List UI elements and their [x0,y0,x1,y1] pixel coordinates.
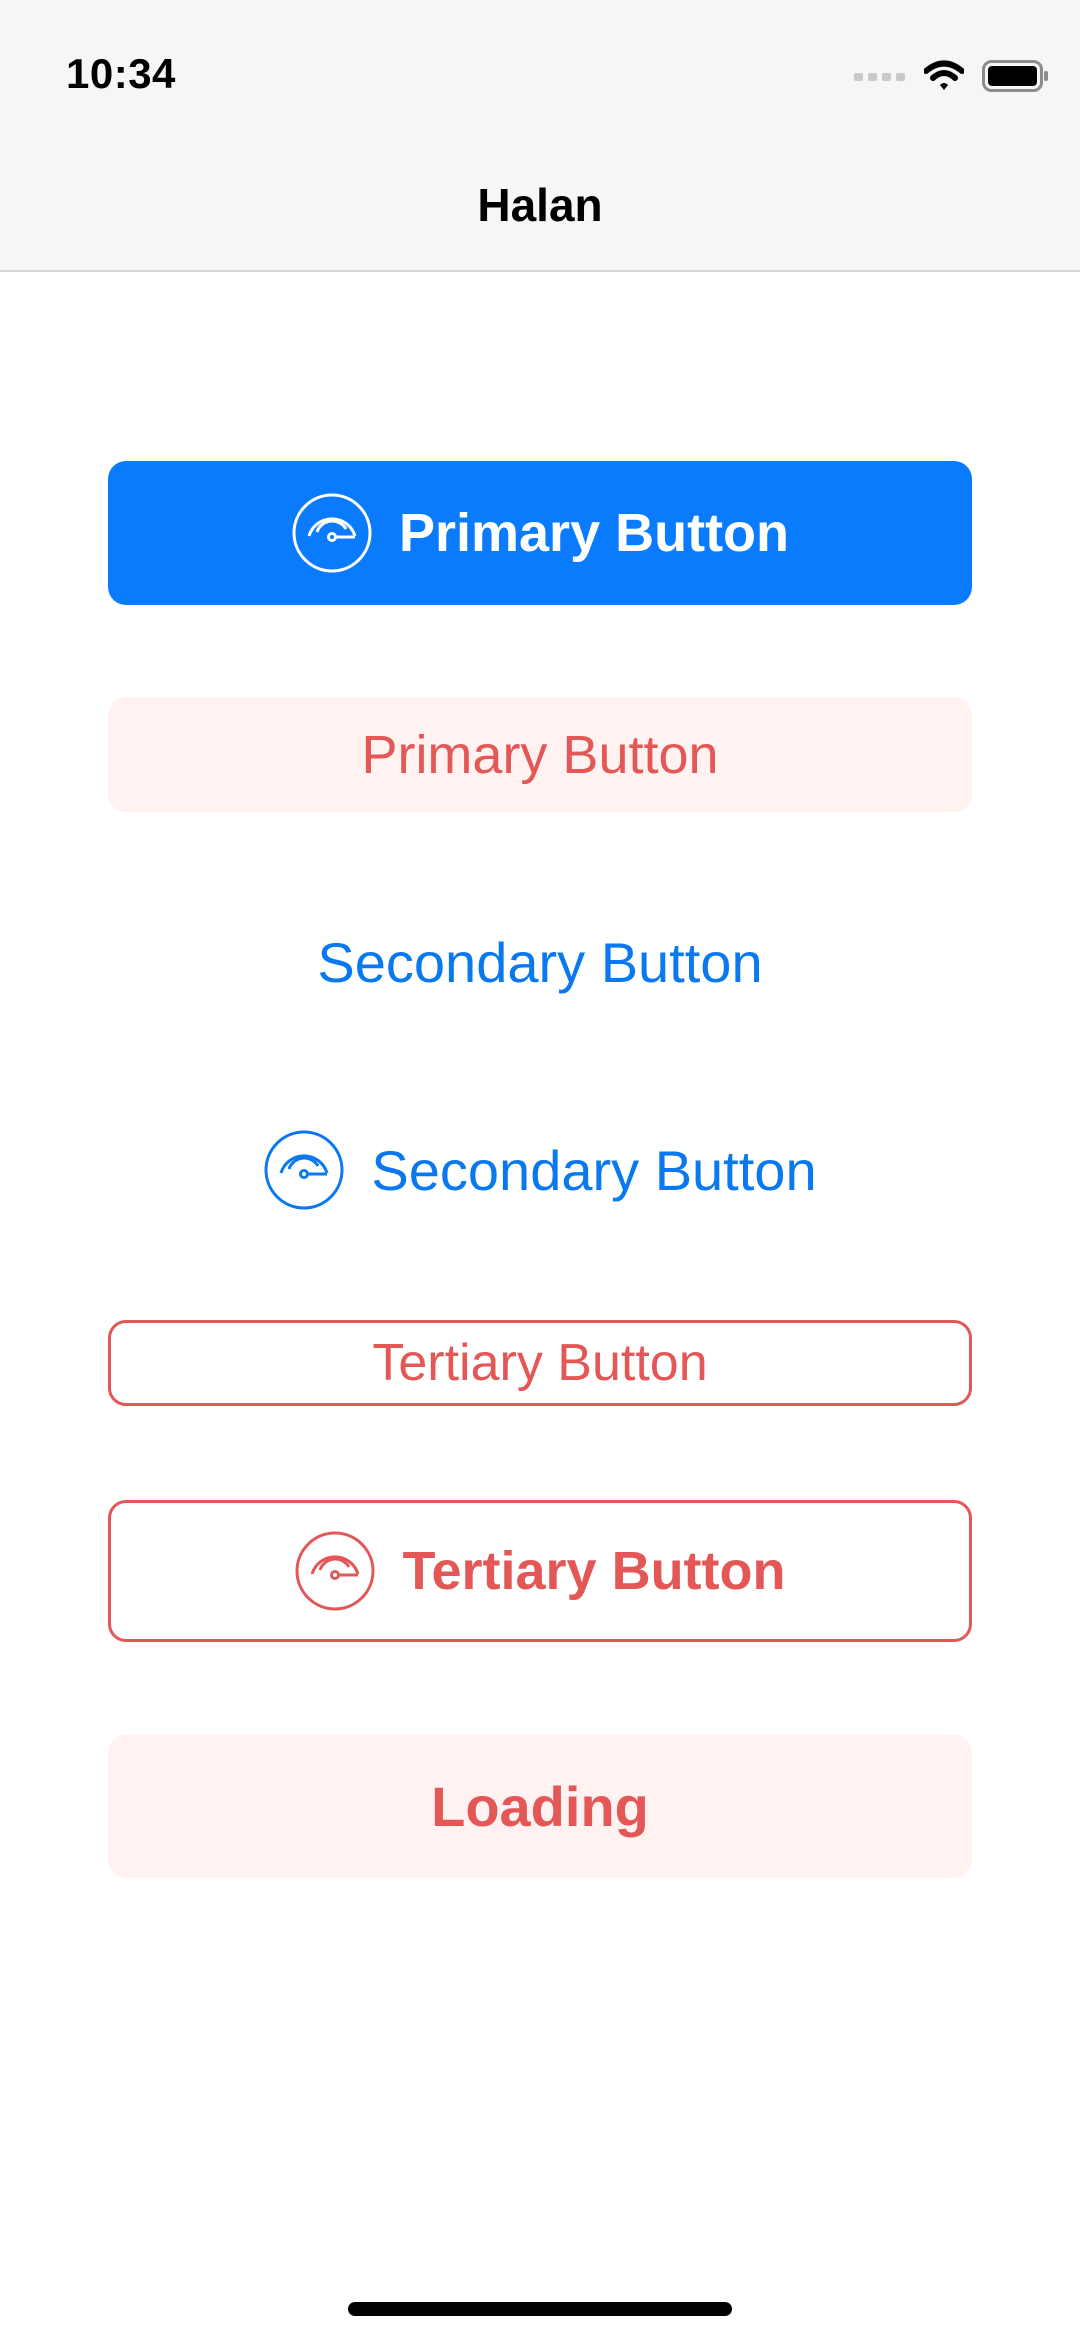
secondary-button-with-icon[interactable]: Secondary Button [108,1108,972,1232]
secondary-icon-button-label: Secondary Button [371,1138,817,1202]
speedometer-icon [263,1129,345,1211]
wifi-icon [923,60,965,97]
home-indicator[interactable] [348,2302,732,2316]
battery-icon [982,60,1050,97]
primary-button-label: Primary Button [398,503,790,563]
status-icons [854,60,1050,97]
primary-button-with-icon[interactable]: Primary Button [108,461,972,605]
primary-button-soft[interactable]: Primary Button [108,697,972,812]
primary-soft-button-label: Primary Button [361,724,719,785]
tertiary-icon-button-label: Tertiary Button [402,1541,786,1601]
tertiary-button-label: Tertiary Button [372,1334,708,1392]
loading-button[interactable]: Loading [108,1735,972,1878]
page-title: Halan [477,179,603,231]
secondary-button-label: Secondary Button [317,930,763,994]
tertiary-button[interactable]: Tertiary Button [108,1320,972,1406]
status-time: 10:34 [66,50,176,97]
speedometer-icon [291,492,373,574]
loading-button-label: Loading [431,1775,649,1838]
top-bar: 10:34 Halan [0,0,1080,272]
secondary-button[interactable]: Secondary Button [108,902,972,1022]
tertiary-button-with-icon[interactable]: Tertiary Button [108,1500,972,1642]
cellular-signal-icon [854,70,906,88]
speedometer-icon [294,1530,376,1612]
